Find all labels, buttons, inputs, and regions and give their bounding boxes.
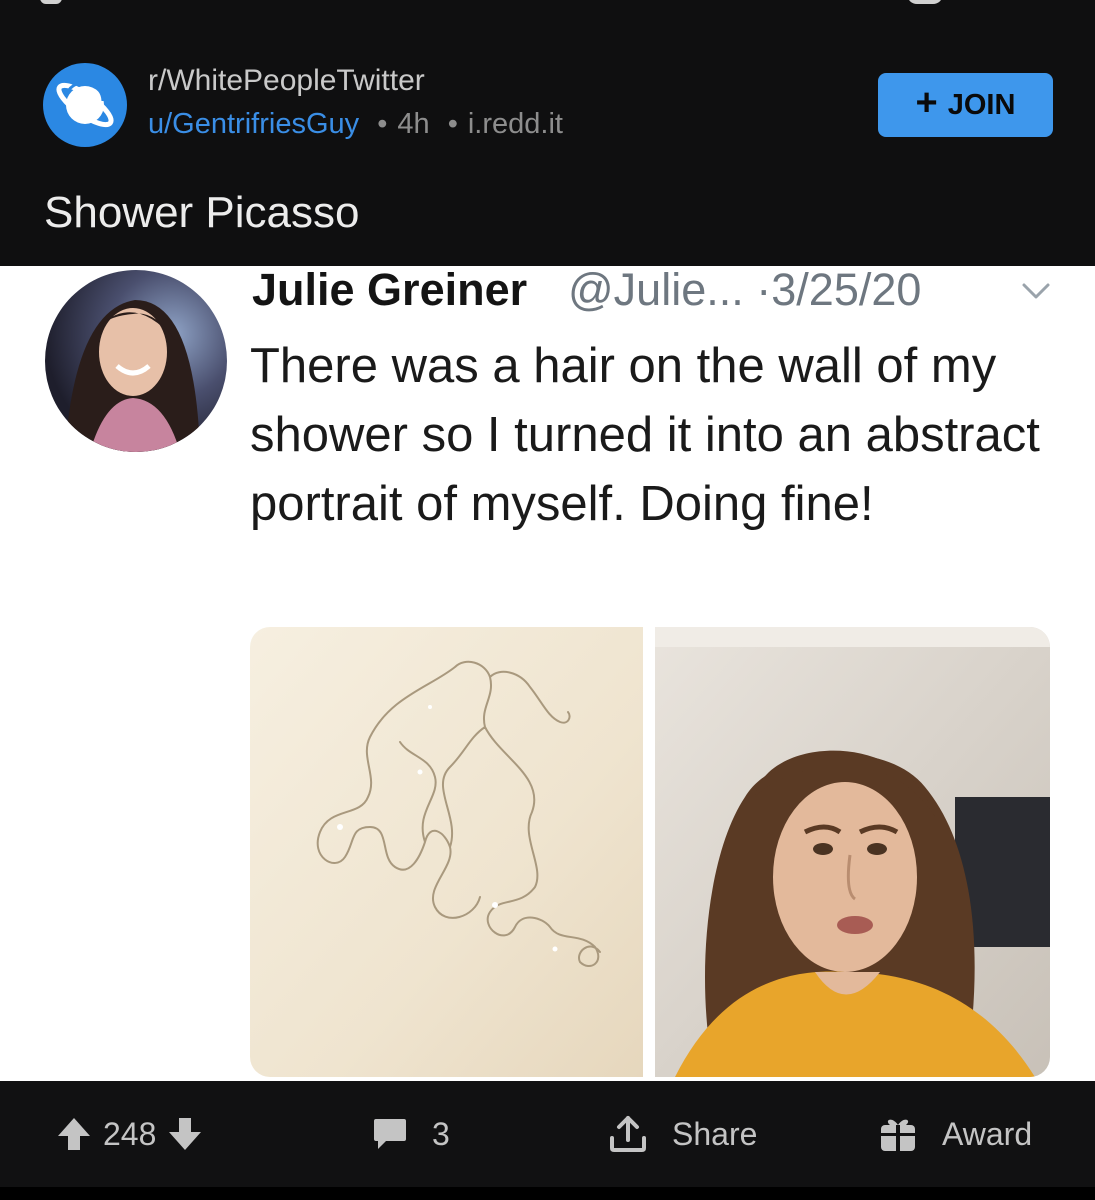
share-icon: [610, 1116, 646, 1152]
plus-icon: +: [915, 82, 938, 124]
share-label: Share: [672, 1115, 758, 1152]
vote-group: 248: [55, 1081, 204, 1187]
post-actions-bar: 248 3 Share Award: [0, 1081, 1095, 1187]
join-label: JOIN: [947, 88, 1016, 121]
subreddit-planet-icon[interactable]: [43, 63, 127, 147]
meta-separator: •: [447, 108, 458, 140]
tweet-handle-date: @Julie... ·3/25/20: [568, 266, 921, 316]
shower-wall-hair-image: [250, 627, 643, 1077]
post-header: r/WhitePeopleTwitter u/GentrifriesGuy • 4…: [0, 0, 1095, 266]
share-button[interactable]: Share: [608, 1081, 757, 1187]
vote-count: 248: [103, 1115, 157, 1152]
award-button[interactable]: Award: [878, 1081, 1032, 1187]
comment-count: 3: [432, 1115, 450, 1152]
tweet-author-name: Julie Greiner: [252, 266, 528, 315]
tweet-text: There was a hair on the wall of my showe…: [250, 339, 1040, 531]
meta-separator: •: [377, 108, 388, 140]
tweet-separator: ·: [756, 266, 772, 315]
selfie-image: [655, 627, 1050, 1077]
join-button[interactable]: + JOIN: [878, 73, 1053, 137]
comment-icon: [374, 1119, 406, 1149]
tweet-date: 3/25/20: [771, 266, 922, 315]
post-image[interactable]: Julie Greiner @Julie... ·3/25/20 There w…: [0, 266, 1095, 1081]
author-link[interactable]: u/GentrifriesGuy: [148, 108, 359, 140]
tweet-media: [250, 627, 1050, 1077]
subreddit-name[interactable]: r/WhitePeopleTwitter: [148, 64, 425, 98]
bookmark-icon-partial[interactable]: [907, 0, 943, 4]
tweet-handle: @Julie...: [568, 266, 744, 315]
bottom-edge: [0, 1187, 1095, 1200]
comments-button[interactable]: 3: [372, 1081, 450, 1187]
media-divider: [643, 627, 655, 1077]
tweet-avatar: [45, 270, 227, 452]
back-icon-partial[interactable]: [40, 0, 62, 4]
upvote-icon[interactable]: [55, 1115, 93, 1153]
post-domain[interactable]: i.redd.it: [468, 108, 563, 140]
award-label: Award: [942, 1115, 1033, 1152]
post-age: 4h: [397, 108, 430, 140]
post-title[interactable]: Shower Picasso: [44, 188, 359, 238]
chevron-down-icon: [1022, 283, 1050, 299]
downvote-icon[interactable]: [166, 1115, 204, 1153]
award-gift-icon: [881, 1119, 915, 1151]
post-meta: u/GentrifriesGuy • 4h • i.redd.it: [148, 108, 563, 141]
